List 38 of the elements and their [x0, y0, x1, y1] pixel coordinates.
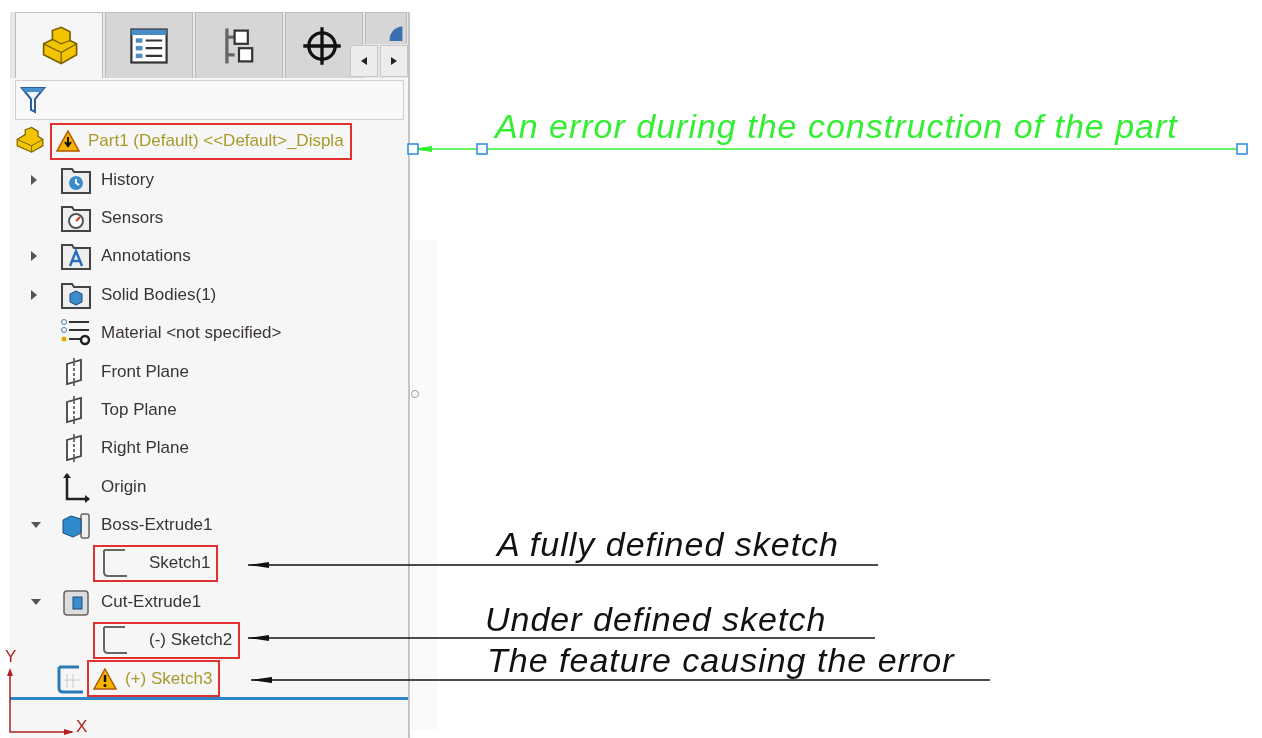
- axis-label: X: [76, 717, 88, 736]
- tree-item[interactable]: Annotations: [101, 246, 191, 267]
- left-arrow-icon: [361, 57, 367, 65]
- panel-tab[interactable]: [195, 12, 283, 78]
- grip-handle[interactable]: [476, 143, 488, 155]
- tree-item[interactable]: Sensors: [101, 207, 164, 228]
- expand-arrow-icon[interactable]: [30, 250, 38, 263]
- tree-item[interactable]: Solid Bodies(1): [101, 284, 217, 305]
- axis-label: Y: [5, 647, 17, 666]
- tree-item[interactable]: Front Plane: [101, 361, 189, 382]
- tree-item[interactable]: Material <not specified>: [101, 323, 282, 344]
- tree-item[interactable]: Top Plane: [101, 399, 177, 420]
- tree-item[interactable]: Sketch1: [149, 553, 211, 574]
- collapse-arrow-icon[interactable]: [30, 521, 42, 530]
- panel-tab[interactable]: [285, 12, 363, 78]
- collapse-arrow-icon[interactable]: [30, 597, 42, 606]
- grip-handle[interactable]: [1236, 143, 1248, 155]
- scroll-right-button[interactable]: [380, 45, 408, 77]
- expand-arrow-icon[interactable]: [30, 288, 38, 301]
- callout-text: The feature causing the error: [487, 640, 955, 681]
- rollback-bar[interactable]: [10, 696, 408, 700]
- panel-tab[interactable]: [105, 12, 193, 78]
- tree-item[interactable]: (-) Sketch2: [149, 630, 233, 651]
- expand-arrow-icon[interactable]: [30, 173, 38, 186]
- tree-item[interactable]: Boss-Extrude1: [101, 515, 213, 536]
- callout-text: Under defined sketch: [485, 599, 827, 640]
- tree-item[interactable]: Origin: [101, 476, 147, 497]
- scroll-left-button[interactable]: [350, 45, 378, 77]
- callout-text: A fully defined sketch: [497, 524, 840, 565]
- tree-item[interactable]: History: [101, 169, 154, 190]
- tree-item[interactable]: Right Plane: [101, 438, 189, 459]
- right-arrow-icon: [391, 57, 397, 65]
- splitter-grip-icon[interactable]: [410, 389, 420, 399]
- filter-icon: [20, 85, 46, 115]
- grip-handle[interactable]: [407, 143, 419, 155]
- axis-arrows: [7, 668, 74, 735]
- tree-item[interactable]: Cut-Extrude1: [101, 591, 202, 612]
- callout-text: An error during the construction of the part: [495, 106, 1178, 147]
